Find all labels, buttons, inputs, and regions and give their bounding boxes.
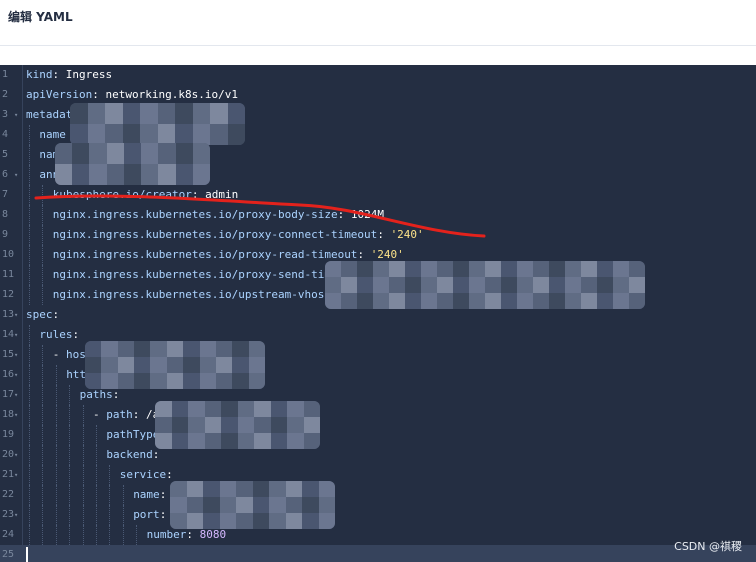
watermark: CSDN @祺稷 (674, 540, 742, 553)
editor-header: 编辑 YAML (0, 0, 756, 46)
red-underline-annotation (34, 194, 486, 238)
header-spacer (0, 46, 756, 65)
page-title: 编辑 YAML (8, 10, 73, 24)
yaml-code-editor[interactable]: 1 kind: Ingress 2 apiVersion: networking.k8… (0, 65, 756, 562)
